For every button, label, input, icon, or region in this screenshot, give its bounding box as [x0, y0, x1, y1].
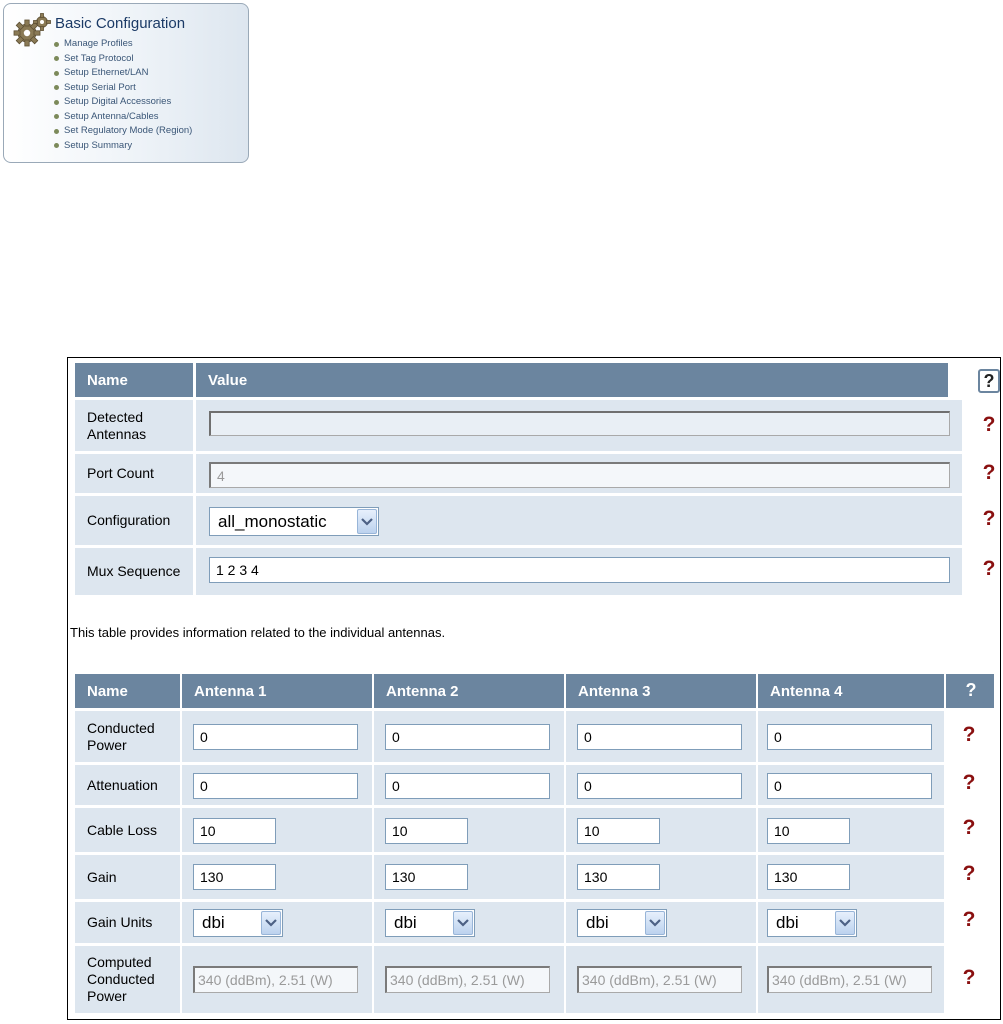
nav-item-setup-summary[interactable]: Setup Summary: [54, 139, 192, 154]
attenuation-antenna-1-input[interactable]: [193, 773, 358, 799]
help-icon[interactable]: ?: [957, 816, 981, 840]
conducted-power-antenna-1-input[interactable]: [193, 724, 358, 750]
bullet-icon: [54, 70, 59, 76]
table2-header-antenna-3: Antenna 3: [566, 674, 756, 708]
gain-units-antenna-3-select[interactable]: dbi: [577, 909, 667, 937]
chevron-down-icon[interactable]: [645, 911, 665, 935]
nav-item-manage-profiles[interactable]: Manage Profiles: [54, 37, 192, 52]
bullet-icon: [54, 56, 59, 62]
gears-icon: [13, 13, 51, 47]
chevron-down-icon[interactable]: [357, 509, 377, 534]
basic-configuration-menu: Basic Configuration Manage Profiles Set …: [3, 3, 249, 163]
nav-item-setup-digital-accessories[interactable]: Setup Digital Accessories: [54, 95, 192, 110]
help-icon[interactable]: ?: [977, 413, 1001, 437]
conducted-power-antenna-2-input[interactable]: [385, 724, 550, 750]
label-attenuation: Attenuation: [87, 776, 158, 793]
help-icon[interactable]: ?: [977, 461, 1001, 485]
help-icon[interactable]: ?: [957, 771, 981, 795]
conducted-power-antenna-3-input[interactable]: [577, 724, 742, 750]
chevron-down-icon[interactable]: [453, 911, 473, 935]
gain-antenna-1-input[interactable]: [193, 864, 276, 890]
label-configuration: Configuration: [87, 512, 171, 528]
nav-list: Manage Profiles Set Tag Protocol Setup E…: [54, 37, 192, 153]
help-icon[interactable]: ?: [977, 507, 1001, 531]
help-icon[interactable]: ?: [957, 862, 981, 886]
help-icon[interactable]: ?: [957, 908, 981, 932]
conducted-power-antenna-4-input[interactable]: [767, 724, 932, 750]
attenuation-antenna-2-input[interactable]: [385, 773, 550, 799]
table1-header-value: Value: [196, 363, 948, 397]
detected-antennas-field[interactable]: [209, 411, 950, 436]
computed-power-antenna-3-field: [577, 966, 742, 993]
table2-header-name: Name: [75, 674, 180, 708]
gain-units-antenna-4-select[interactable]: dbi: [767, 909, 857, 937]
configuration-select[interactable]: all_monostatic: [209, 507, 379, 536]
cable-loss-antenna-4-input[interactable]: [767, 818, 850, 844]
nav-item-set-regulatory-mode[interactable]: Set Regulatory Mode (Region): [54, 124, 192, 139]
table2-header-antenna-4: Antenna 4: [758, 674, 944, 708]
bullet-icon: [54, 99, 59, 105]
gain-antenna-2-input[interactable]: [385, 864, 468, 890]
help-icon[interactable]: ?: [977, 557, 1001, 581]
gain-antenna-4-input[interactable]: [767, 864, 850, 890]
help-icon[interactable]: ?: [957, 966, 981, 990]
table2-header-antenna-2: Antenna 2: [374, 674, 564, 708]
antenna-config-frame: Name Value ? Detected Antennas ? Port Co…: [67, 357, 1001, 1020]
computed-power-antenna-4-field: [767, 966, 932, 993]
bullet-icon: [54, 143, 59, 149]
attenuation-antenna-4-input[interactable]: [767, 773, 932, 799]
nav-item-setup-antenna-cables[interactable]: Setup Antenna/Cables: [54, 110, 192, 125]
cable-loss-antenna-1-input[interactable]: [193, 818, 276, 844]
label-gain-units: Gain Units: [87, 914, 153, 930]
label-detected-antennas: Detected Antennas: [87, 408, 147, 442]
nav-title: Basic Configuration: [55, 15, 186, 32]
attenuation-antenna-3-input[interactable]: [577, 773, 742, 799]
table2-header-antenna-1: Antenna 1: [182, 674, 372, 708]
bullet-icon: [54, 114, 59, 120]
computed-power-antenna-1-field: [193, 966, 358, 993]
cable-loss-antenna-2-input[interactable]: [385, 818, 468, 844]
table2-help-icon[interactable]: ?: [957, 678, 985, 703]
label-gain: Gain: [87, 868, 117, 885]
bullet-icon: [54, 128, 59, 134]
bullet-icon: [54, 41, 59, 47]
port-count-field: [209, 462, 950, 488]
computed-power-antenna-2-field: [385, 966, 550, 993]
chevron-down-icon[interactable]: [261, 911, 281, 935]
gain-units-antenna-2-select[interactable]: dbi: [385, 909, 475, 937]
nav-item-set-tag-protocol[interactable]: Set Tag Protocol: [54, 52, 192, 67]
label-mux-sequence: Mux Sequence: [87, 563, 181, 579]
label-port-count: Port Count: [87, 465, 154, 481]
gain-units-antenna-1-select[interactable]: dbi: [193, 909, 283, 937]
cable-loss-antenna-3-input[interactable]: [577, 818, 660, 844]
label-cable-loss: Cable Loss: [87, 821, 158, 838]
bullet-icon: [54, 85, 59, 91]
label-conducted-power: Conducted Power: [87, 719, 155, 753]
mux-sequence-input[interactable]: [209, 557, 950, 583]
nav-item-setup-ethernet-lan[interactable]: Setup Ethernet/LAN: [54, 66, 192, 81]
nav-item-setup-serial-port[interactable]: Setup Serial Port: [54, 81, 192, 96]
table1-header-name: Name: [75, 363, 193, 397]
table1-help-icon[interactable]: ?: [978, 369, 1000, 393]
antenna-table-description: This table provides information related …: [70, 625, 446, 640]
help-icon[interactable]: ?: [957, 723, 981, 747]
label-computed-conducted-power: Computed Conducted Power: [87, 954, 155, 1004]
chevron-down-icon[interactable]: [835, 911, 855, 935]
gain-antenna-3-input[interactable]: [577, 864, 660, 890]
